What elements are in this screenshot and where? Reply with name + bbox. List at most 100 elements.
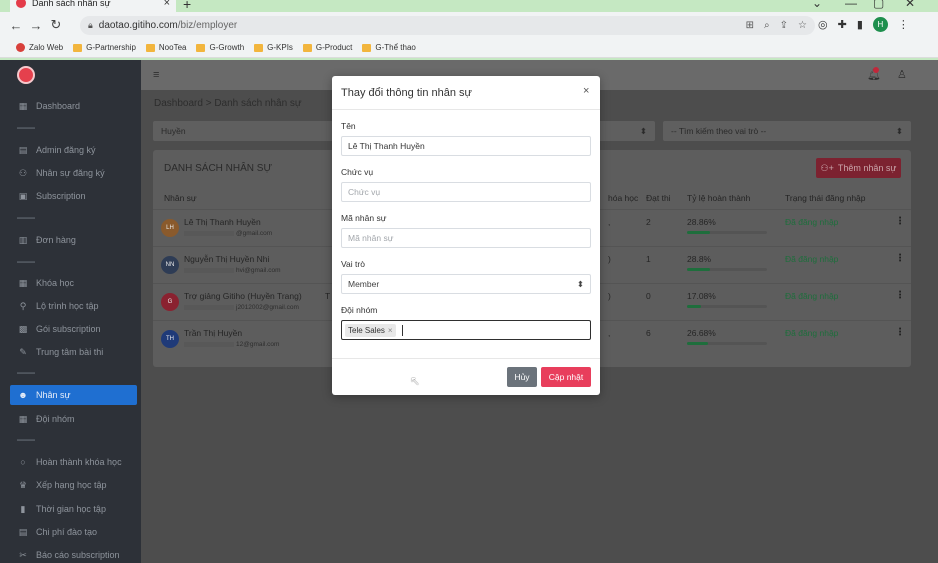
sidebar-item-subscription[interactable]: ▣ Subscription — [10, 186, 137, 206]
forward-icon[interactable]: → — [26, 18, 46, 33]
bookmark-star-icon[interactable]: ☆ — [798, 20, 807, 31]
email-suffix: 12@gmail.com — [236, 341, 280, 348]
add-staff-label: Thêm nhân sự — [837, 163, 897, 173]
browser-tab[interactable]: Danh sách nhân sự × — [10, 0, 176, 12]
users-icon: ☻ — [18, 390, 28, 400]
close-tab-icon[interactable]: × — [164, 0, 170, 9]
bookmark-label: G-Partnership — [86, 43, 136, 52]
progress-fill — [687, 342, 709, 345]
sidebar-item-course-completion[interactable]: ○ Hoàn thành khóa học — [10, 452, 137, 472]
row-menu-icon[interactable]: ⋮ — [895, 327, 905, 338]
login-status: Đã đăng nhập — [785, 328, 839, 338]
row-menu-icon[interactable]: ⋮ — [895, 216, 905, 227]
login-status: Đã đăng nhập — [785, 217, 839, 227]
row-overflow-text: T — [325, 291, 331, 301]
completion-progress-bar — [687, 231, 767, 234]
avatar: G — [161, 293, 179, 311]
close-icon[interactable]: × — [583, 85, 589, 97]
sidebar-item-learning-path[interactable]: ⚲ Lộ trình học tập — [10, 296, 137, 316]
email-suffix: j2012002@gmail.com — [236, 304, 299, 311]
bookmark-folder[interactable]: G-Partnership — [73, 43, 136, 52]
translate-icon[interactable]: ⊞ — [746, 20, 754, 31]
update-button[interactable]: Cập nhật — [541, 367, 591, 387]
role-filter-select[interactable]: -- Tìm kiếm theo vai trò -- ⬍ — [663, 121, 911, 141]
employee-name[interactable]: Lê Thị Thanh Huyền — [184, 217, 261, 227]
sidebar-section-divider: ▬▬▬ — [17, 259, 35, 265]
employee-name[interactable]: Nguyễn Thị Huyền Nhi — [184, 254, 269, 264]
position-field[interactable]: Chức vụ — [341, 182, 591, 202]
sidebar-section-divider: ▬▬▬ — [17, 125, 35, 131]
folder-icon — [196, 43, 206, 52]
bookmark-zalo[interactable]: Zalo Web — [16, 43, 63, 52]
kebab-menu-icon[interactable]: ⋮ — [898, 18, 909, 31]
row-menu-icon[interactable]: ⋮ — [895, 290, 905, 301]
bookmark-label: Zalo Web — [29, 43, 64, 52]
sidebar-item-orders[interactable]: ▥ Đơn hàng — [10, 230, 137, 250]
role-select[interactable]: Member ⬍ — [341, 274, 591, 294]
share-icon[interactable]: ⇪ — [780, 20, 788, 31]
completion-progress-bar — [687, 268, 767, 271]
bookmark-folder[interactable]: G-Product — [302, 43, 352, 52]
puzzle-icon[interactable]: ✚ — [838, 18, 847, 31]
completion-percent: 17.08% — [687, 291, 716, 301]
tab-search-icon[interactable]: ⌄ — [812, 0, 822, 10]
name-field[interactable]: Lê Thị Thanh Huyền — [341, 136, 591, 156]
employee-name[interactable]: Trần Thị Huyền — [184, 328, 242, 338]
url-text[interactable]: daotao.gitiho.com/biz/employer — [99, 20, 740, 31]
sidebar-item-study-time[interactable]: ▮ Thời gian học tập — [10, 499, 137, 519]
remove-tag-icon[interactable]: × — [388, 326, 393, 335]
profile-avatar[interactable]: H — [872, 17, 888, 32]
sidebar-item-teams[interactable]: ▦ Đội nhóm — [10, 409, 137, 429]
gitiho-logo[interactable] — [17, 66, 35, 84]
sidebar-item-ranking[interactable]: ♛ Xếp hạng học tập — [10, 475, 137, 495]
folder-icon — [254, 43, 264, 52]
sidebar-item-exam-center[interactable]: ✎ Trung tâm bài thi — [10, 342, 137, 362]
sidebar-item-label: Admin đăng ký — [36, 145, 96, 155]
zoom-icon[interactable]: ⌕ — [764, 20, 770, 31]
money-icon: ▤ — [18, 526, 28, 537]
bookmark-folder[interactable]: G-Thể thao — [362, 43, 416, 52]
close-window-icon[interactable]: ✕ — [905, 0, 915, 10]
sidebar-item-courses[interactable]: ▦ Khóa học — [10, 273, 137, 293]
sidebar-item-training-cost[interactable]: ▤ Chi phí đào tạo — [10, 522, 137, 542]
select-arrows-icon: ⬍ — [895, 125, 903, 136]
employee-code-field[interactable]: Mã nhân sự — [341, 228, 591, 248]
back-icon[interactable]: ← — [6, 18, 26, 33]
sidebar-section-divider: ▬▬▬ — [17, 370, 35, 376]
bookmark-folder[interactable]: G-Growth — [196, 43, 244, 52]
new-tab-button[interactable]: + — [183, 0, 191, 12]
redacted-email — [184, 304, 234, 310]
course-icon: ▦ — [18, 277, 28, 288]
redacted-email — [184, 230, 234, 236]
sidebar-item-staff[interactable]: ☻ Nhân sự — [10, 385, 137, 405]
sidepanel-icon[interactable]: ▮ — [857, 18, 863, 31]
zalo-icon — [16, 43, 25, 52]
employee-name[interactable]: Trợ giảng Gitiho (Huyền Trang) — [184, 291, 302, 301]
tab-title: Danh sách nhân sự — [32, 0, 111, 8]
address-bar[interactable]: 🔒︎ daotao.gitiho.com/biz/employer ⊞ ⌕ ⇪ … — [80, 16, 815, 35]
add-staff-button[interactable]: ⚇+ Thêm nhân sự — [816, 158, 901, 178]
minimize-icon[interactable]: — — [845, 0, 857, 10]
progress-fill — [687, 268, 711, 271]
sidebar-item-subscription-report[interactable]: ✂ Báo cáo subscription — [10, 545, 137, 563]
row-menu-icon[interactable]: ⋮ — [895, 253, 905, 264]
bookmarks-bar: Zalo Web G-Partnership NooTea G-Growth G… — [0, 38, 938, 58]
login-status: Đã đăng nhập — [785, 291, 839, 301]
sidebar-item-admin-register[interactable]: ▤ Admin đăng ký — [10, 140, 137, 160]
hamburger-menu-icon[interactable]: ≡ — [153, 69, 159, 81]
sidebar-item-packages[interactable]: ▩ Gói subscription — [10, 319, 137, 339]
reload-icon[interactable]: ↻ — [46, 17, 66, 33]
user-icon[interactable]: ♙ — [897, 68, 907, 81]
sidebar-item-dashboard[interactable]: ▦ Dashboard — [10, 96, 137, 116]
team-tag-input[interactable]: Tele Sales × — [341, 320, 591, 340]
lock-icon[interactable]: 🔒︎ — [88, 20, 93, 31]
cancel-button[interactable]: Hủy — [507, 367, 537, 387]
bookmark-folder[interactable]: NooTea — [145, 43, 186, 52]
folder-icon — [145, 43, 155, 52]
maximize-icon[interactable]: ▢ — [873, 0, 884, 10]
extension-icon[interactable]: ◎ — [818, 18, 828, 31]
position-label: Chức vụ — [341, 167, 374, 177]
sidebar-item-staff-register[interactable]: ⚇ Nhân sự đăng ký — [10, 163, 137, 183]
role-label: Vai trò — [341, 259, 365, 269]
bookmark-folder[interactable]: G-KPIs — [254, 43, 293, 52]
